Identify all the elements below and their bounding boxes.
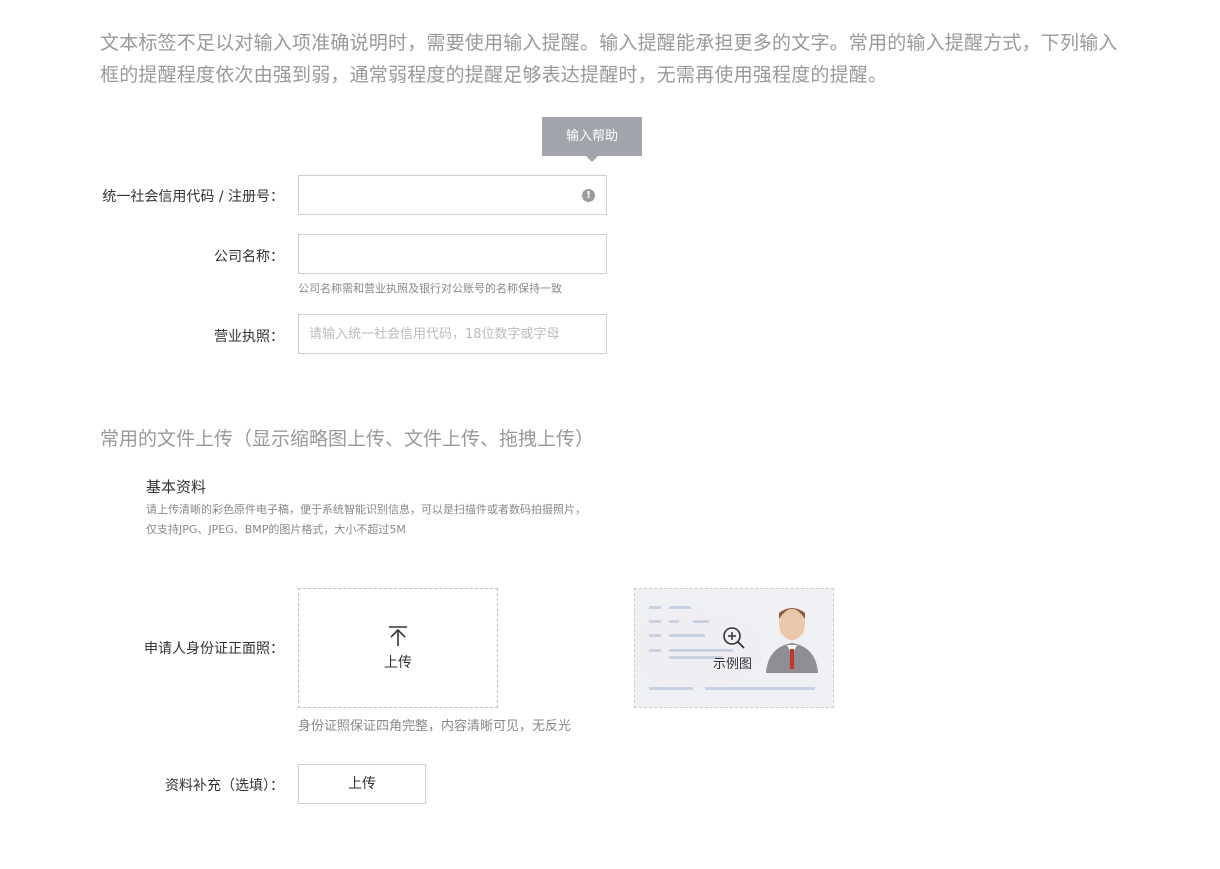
input-help-tooltip: 输入帮助 bbox=[542, 117, 642, 162]
basic-info-description: 请上传清晰的彩色原件电子稿，便于系统智能识别信息，可以是扫描件或者数码拍摄照片，… bbox=[146, 500, 586, 540]
upload-label: 上传 bbox=[384, 655, 412, 671]
zoom-in-icon bbox=[723, 627, 745, 649]
sample-label: 示例图 bbox=[713, 657, 753, 672]
company-name-input[interactable] bbox=[298, 234, 607, 274]
upload-arrow-icon bbox=[389, 626, 407, 646]
basic-info-title: 基本资料 bbox=[146, 478, 207, 496]
intro-paragraph: 文本标签不足以对输入项准确说明时，需要使用输入提醒。输入提醒能承担更多的文字。常… bbox=[100, 32, 1118, 86]
id-front-upload-dropzone[interactable]: 上传 bbox=[298, 588, 498, 708]
company-name-label: 公司名称： bbox=[214, 249, 284, 265]
credit-code-input[interactable] bbox=[298, 175, 607, 215]
supplement-label: 资料补充（选填）： bbox=[165, 778, 284, 794]
basic-info-desc-line1: 请上传清晰的彩色原件电子稿，便于系统智能识别信息，可以是扫描件或者数码拍摄照片， bbox=[146, 503, 586, 516]
business-license-input[interactable] bbox=[298, 314, 607, 354]
company-name-hint: 公司名称需和营业执照及银行对公账号的名称保持一致 bbox=[298, 282, 562, 295]
id-front-hint: 身份证照保证四角完整，内容清晰可见，无反光 bbox=[298, 719, 572, 734]
supplement-upload-button[interactable]: 上传 bbox=[298, 764, 426, 804]
business-license-label: 营业执照： bbox=[214, 329, 284, 345]
credit-code-label: 统一社会信用代码 / 注册号： bbox=[102, 189, 284, 205]
id-front-label: 申请人身份证正面照： bbox=[144, 641, 284, 657]
exclamation-icon: ! bbox=[582, 189, 595, 202]
id-card-sample-image[interactable]: 示例图 bbox=[634, 588, 834, 708]
upload-section-title: 常用的文件上传（显示缩略图上传、文件上传、拖拽上传） bbox=[100, 428, 595, 450]
basic-info-desc-line2: 仅支持JPG、JPEG、BMP的图片格式，大小不超过5M bbox=[146, 523, 406, 536]
